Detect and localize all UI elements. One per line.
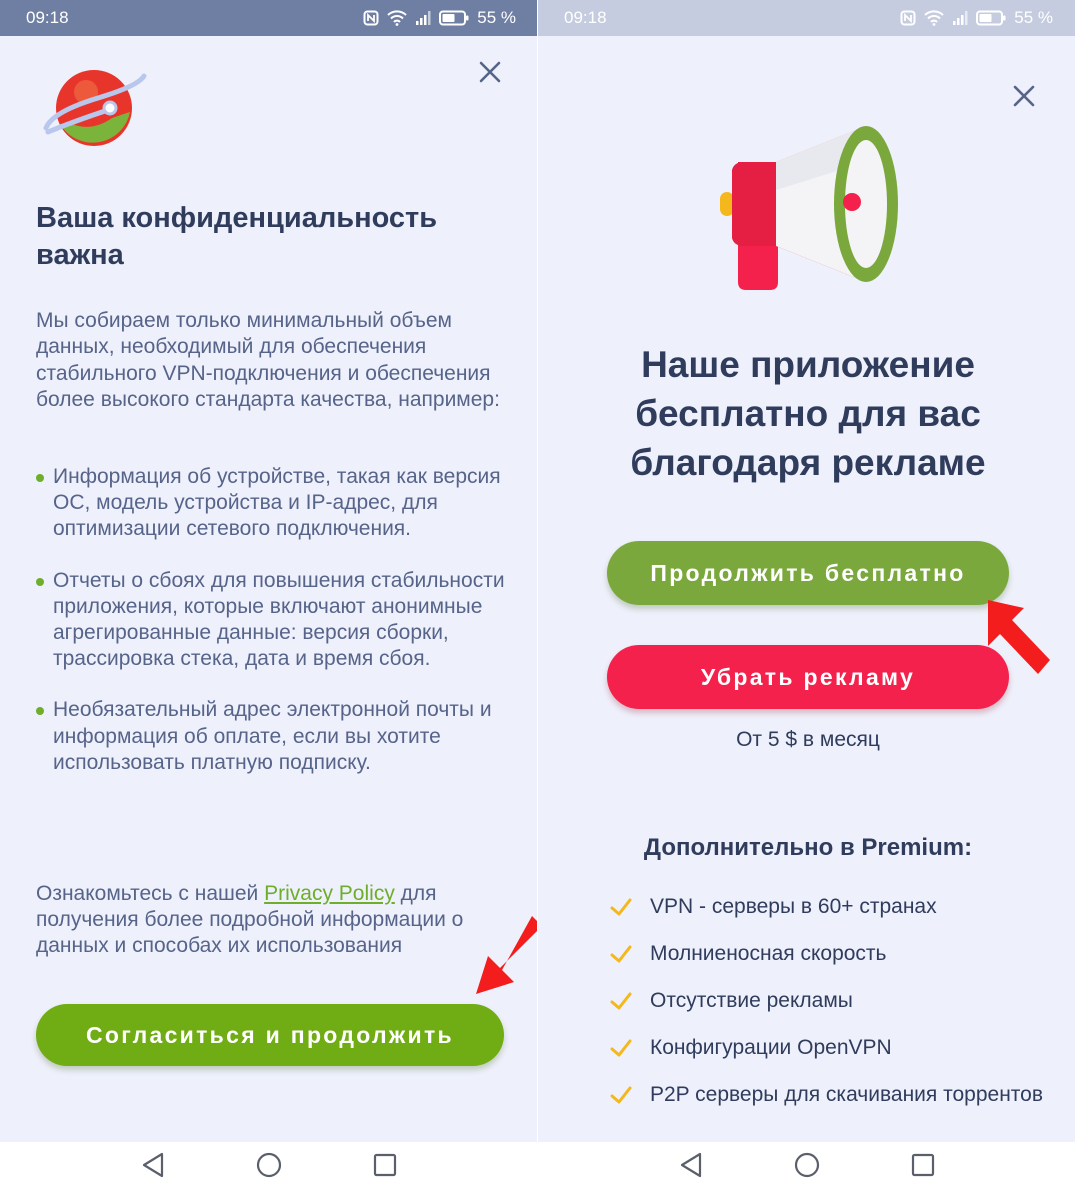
- wifi-icon: [387, 10, 407, 26]
- close-button[interactable]: [1006, 78, 1042, 114]
- page-title: Ваша конфиденциальность важна: [36, 202, 438, 271]
- recents-button[interactable]: [905, 1147, 941, 1183]
- premium-title: Дополнительно в Premium:: [643, 834, 973, 861]
- status-bar: 09:18 55 %: [0, 0, 538, 36]
- battery-level: 55 %: [1014, 8, 1053, 27]
- navigation-bar: [538, 1142, 1075, 1187]
- list-item: P2P серверы для скачивания торрентов: [610, 1082, 1050, 1108]
- close-icon: [479, 61, 501, 83]
- bullet-dot-icon: [36, 474, 44, 482]
- continue-free-button[interactable]: Продолжить бесплатно: [607, 541, 1009, 605]
- status-time: 09:18: [564, 8, 607, 27]
- nfc-icon: [363, 10, 379, 26]
- back-icon: [142, 1152, 164, 1177]
- close-icon: [1013, 85, 1035, 107]
- list-item: Молниеносная скорость: [610, 941, 1050, 967]
- logo-planet-icon: [42, 62, 148, 156]
- agree-continue-button[interactable]: Согласиться и продолжить: [36, 1004, 504, 1066]
- list-item: Необязательный адрес электронной почты и…: [36, 697, 506, 776]
- home-icon: [794, 1152, 819, 1177]
- check-icon: [610, 992, 632, 1010]
- wifi-icon: [924, 10, 944, 26]
- red-arrow-icon: [476, 916, 538, 994]
- signal-icon: [952, 10, 968, 26]
- privacy-policy-link[interactable]: Privacy Policy: [264, 882, 395, 905]
- close-button[interactable]: [472, 54, 508, 90]
- page-title: Наше приложение бесплатно для вас благод…: [630, 344, 986, 483]
- home-icon: [256, 1152, 282, 1177]
- check-icon: [610, 1086, 632, 1104]
- check-icon: [610, 1039, 632, 1057]
- status-time: 09:18: [26, 8, 69, 27]
- privacy-text: Ознакомьтесь с нашей Privacy Policy для …: [36, 882, 464, 958]
- recents-icon: [911, 1153, 934, 1176]
- back-icon: [680, 1152, 701, 1177]
- list-item: Отчеты о сбоях для повышения стабильност…: [36, 568, 506, 673]
- battery-level: 55 %: [477, 8, 516, 27]
- megaphone-icon: [716, 122, 902, 294]
- ads-offer-screen: 09:18 55 % Наше приложение бесплатно для…: [538, 0, 1075, 1187]
- status-icons: 55 %: [363, 8, 516, 28]
- list-item: Конфигурации OpenVPN: [610, 1035, 1050, 1061]
- nfc-icon: [900, 10, 916, 26]
- battery-icon: [976, 10, 1006, 26]
- list-item: VPN - серверы в 60+ странах: [610, 894, 1050, 920]
- data-list: Информация об устройстве, такая как верс…: [36, 464, 506, 801]
- navigation-bar: [0, 1142, 538, 1187]
- home-button[interactable]: [789, 1147, 825, 1183]
- home-button[interactable]: [251, 1147, 287, 1183]
- recents-button[interactable]: [367, 1147, 403, 1183]
- remove-ads-button[interactable]: Убрать рекламу: [607, 645, 1009, 709]
- intro-text: Мы собираем только минимальный объем дан…: [36, 309, 500, 412]
- list-item: Информация об устройстве, такая как верс…: [36, 464, 506, 543]
- check-icon: [610, 945, 632, 963]
- bullet-dot-icon: [36, 577, 44, 586]
- list-item: Отсутствие рекламы: [610, 988, 1050, 1014]
- red-arrow-icon: [988, 600, 1050, 674]
- signal-icon: [415, 10, 431, 26]
- back-button[interactable]: [135, 1147, 171, 1183]
- premium-features-list: VPN - серверы в 60+ странах Молниеносная…: [610, 894, 1050, 1129]
- check-icon: [610, 898, 632, 916]
- battery-icon: [439, 10, 469, 26]
- back-button[interactable]: [673, 1147, 709, 1183]
- price-text: От 5 $ в месяц: [736, 728, 880, 751]
- status-icons: 55 %: [900, 8, 1053, 28]
- status-bar: 09:18 55 %: [538, 0, 1075, 36]
- recents-icon: [373, 1153, 397, 1176]
- privacy-screen: 09:18 55 % Ваша конфиденциальность важна…: [0, 0, 538, 1187]
- bullet-dot-icon: [36, 707, 44, 716]
